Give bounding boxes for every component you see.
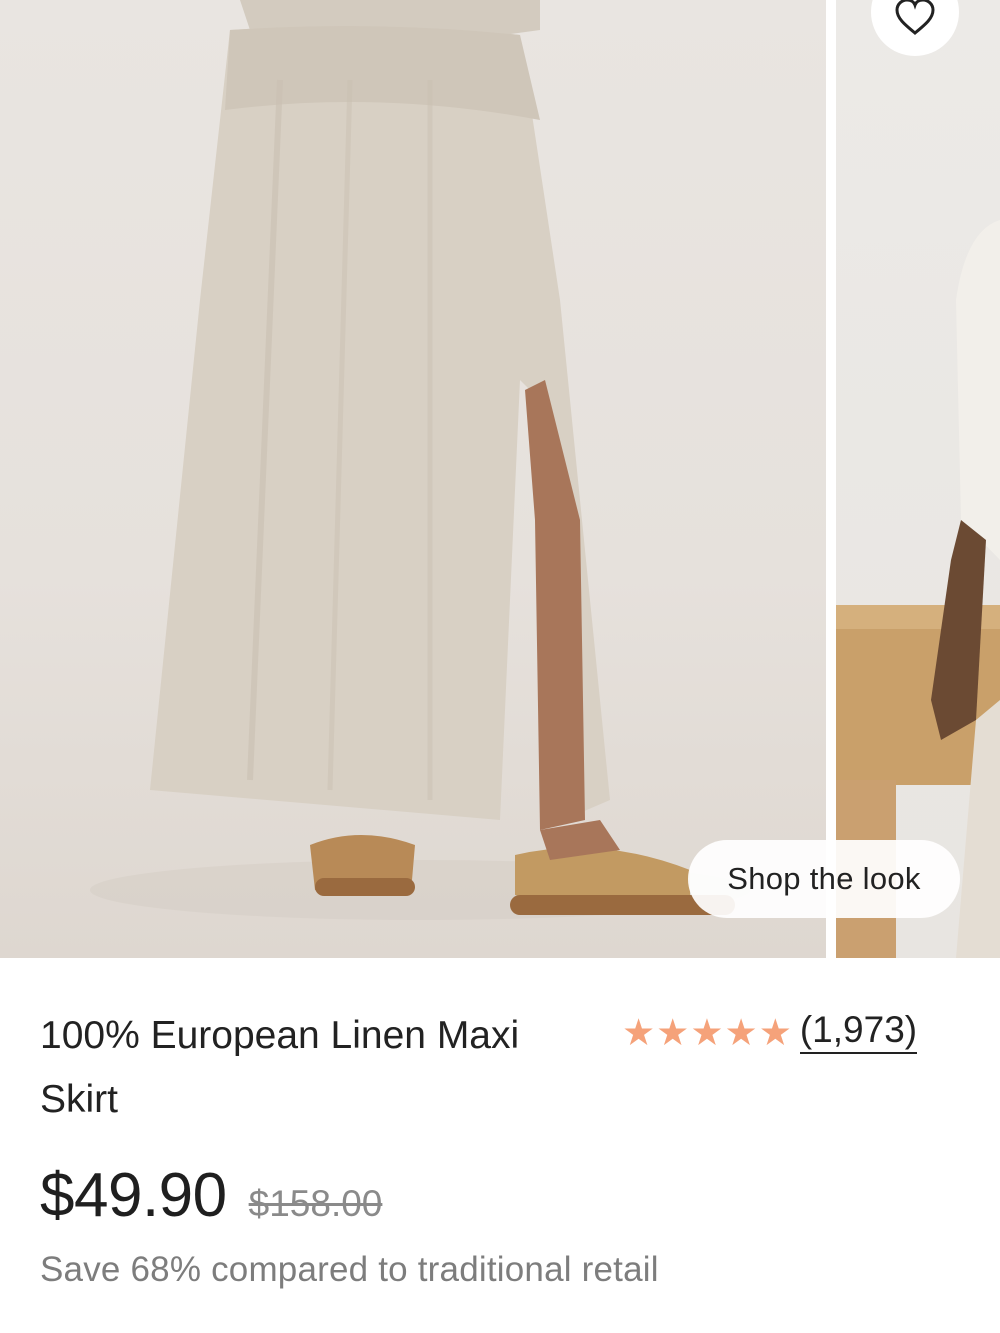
shop-the-look-label: Shop the look — [727, 861, 921, 896]
product-image-gallery[interactable]: Shop the look — [0, 0, 1000, 958]
product-photo-secondary[interactable] — [836, 0, 1000, 958]
shop-the-look-button[interactable]: Shop the look — [688, 840, 960, 918]
star-icon: ★ — [690, 1011, 724, 1053]
star-icon: ★ — [656, 1011, 690, 1053]
review-count-link[interactable]: (1,973) — [799, 1009, 918, 1055]
sale-price: $49.90 — [40, 1161, 227, 1230]
original-price: $158.00 — [248, 1183, 383, 1224]
savings-text: Save 68% compared to traditional retail — [40, 1250, 659, 1289]
skirt-photo-illustration — [90, 0, 750, 920]
star-icon: ★ — [724, 1011, 758, 1053]
model-photo-illustration — [836, 220, 1000, 958]
product-title: 100% European Linen Maxi Skirt — [40, 1014, 520, 1121]
heart-icon — [895, 0, 935, 35]
star-icon: ★ — [758, 1011, 792, 1053]
rating-stars: ★ ★ ★ ★ ★ — [622, 1014, 792, 1051]
product-rating[interactable]: ★ ★ ★ ★ ★ (1,973) — [622, 1006, 918, 1058]
price-row: $49.90 $158.00 — [40, 1160, 382, 1230]
star-icon: ★ — [622, 1011, 656, 1053]
product-photo-main[interactable] — [0, 0, 826, 958]
